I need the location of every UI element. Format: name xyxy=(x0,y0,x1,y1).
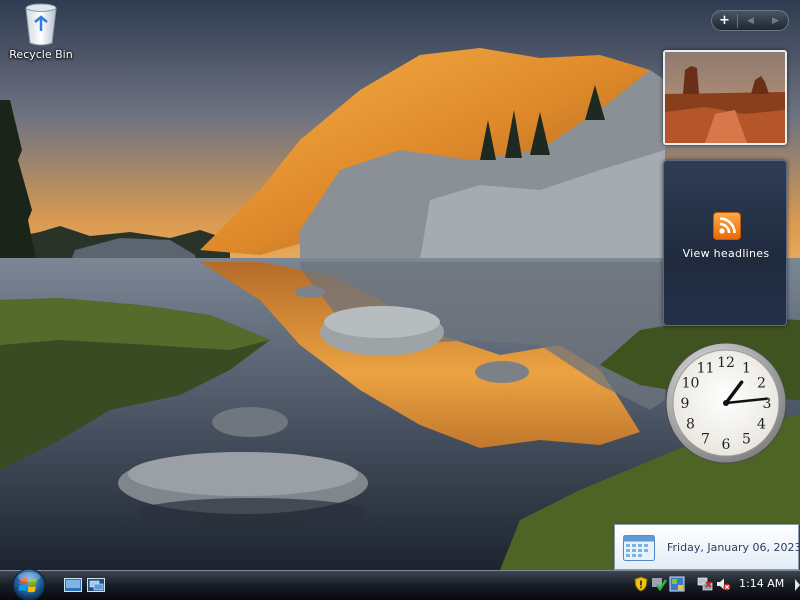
network-icon[interactable] xyxy=(697,576,713,592)
clock-numeral: 4 xyxy=(757,417,766,433)
clock-numeral: 7 xyxy=(701,432,710,448)
clock-numeral: 9 xyxy=(681,396,690,412)
sidebar-gadget-controls: + ◀ ▶ xyxy=(711,10,789,31)
show-desktop-icon[interactable] xyxy=(64,577,82,593)
start-button[interactable] xyxy=(8,567,50,600)
clock-numeral: 10 xyxy=(682,376,700,392)
clock-numeral: 11 xyxy=(697,360,715,376)
slideshow-photo xyxy=(665,52,785,143)
clock-gadget[interactable]: 12 1234567891011 xyxy=(665,342,787,464)
view-headlines-link[interactable]: View headlines xyxy=(664,247,788,260)
previous-page-button[interactable]: ◀ xyxy=(738,11,763,30)
next-page-button[interactable]: ▶ xyxy=(763,11,788,30)
rss-icon xyxy=(713,212,741,240)
switch-windows-icon[interactable] xyxy=(87,577,105,593)
taskbar-clock[interactable]: 1:14 AM xyxy=(739,577,784,590)
clock-numeral: 1 xyxy=(742,360,751,376)
date-text: Friday, January 06, 2023 xyxy=(667,541,800,554)
clock-numeral: 2 xyxy=(757,376,766,392)
update-icon[interactable] xyxy=(651,576,667,592)
show-desktop-button[interactable] xyxy=(795,572,800,598)
calendar-icon xyxy=(623,535,655,561)
slide-show-gadget[interactable] xyxy=(663,50,787,145)
clock-center xyxy=(723,400,729,406)
clock-numeral: 5 xyxy=(742,432,751,448)
app-icon[interactable] xyxy=(669,576,685,592)
add-gadget-button[interactable]: + xyxy=(712,11,737,30)
clock-numeral: 12 xyxy=(717,355,735,371)
volume-muted-icon[interactable] xyxy=(715,576,731,592)
desktop-icon-recycle-bin[interactable]: Recycle Bin xyxy=(6,2,76,61)
security-shield-icon[interactable] xyxy=(633,576,649,592)
clock-numeral: 6 xyxy=(722,437,731,453)
clock-numeral: 8 xyxy=(686,417,695,433)
date-tooltip: Friday, January 06, 2023 xyxy=(614,524,800,570)
recycle-bin-icon xyxy=(25,3,57,46)
feed-headlines-gadget[interactable]: View headlines xyxy=(663,160,787,326)
desktop-icon-label: Recycle Bin xyxy=(9,48,73,61)
